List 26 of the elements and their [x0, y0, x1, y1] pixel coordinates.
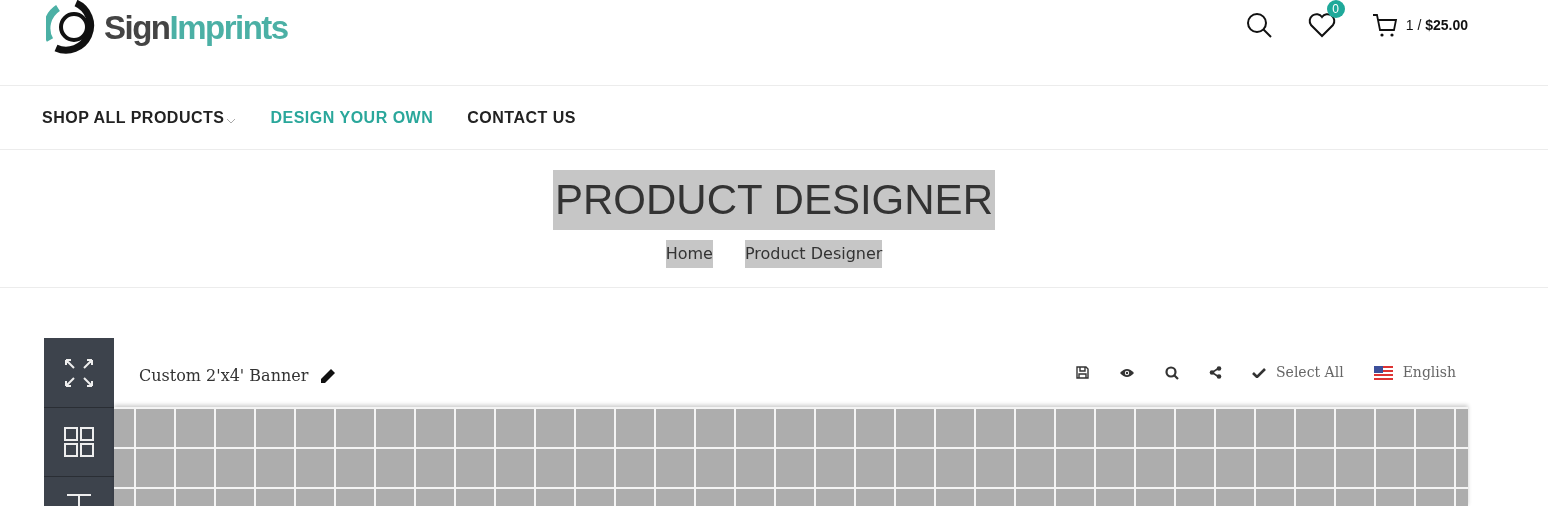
nav-link[interactable]: CONTACT US	[467, 105, 576, 130]
flag-icon	[1373, 365, 1393, 380]
breadcrumb-link[interactable]: Home	[665, 240, 713, 268]
share-icon[interactable]	[1209, 366, 1222, 379]
page-title: PRODUCT DESIGNER	[553, 170, 995, 230]
breadcrumb-link[interactable]: Product Designer	[744, 240, 883, 268]
text-icon	[66, 494, 92, 506]
search-icon[interactable]	[1165, 365, 1179, 380]
search-icon[interactable]	[1245, 12, 1272, 38]
toolbar-button[interactable]: Select All	[1252, 362, 1344, 383]
toolbar-button[interactable]: English	[1373, 362, 1456, 383]
nav-link[interactable]: SHOP ALL PRODUCTS	[42, 105, 225, 130]
expand-icon	[63, 357, 95, 389]
cart-count: 1 /	[1405, 16, 1422, 33]
logo-text: Sign	[104, 8, 170, 46]
wishlist-count: 0	[1326, 0, 1345, 18]
product-title: Custom 2'x4' Banner	[139, 364, 309, 387]
grid-icon	[64, 427, 94, 457]
check-icon	[1252, 367, 1266, 378]
pencil-icon[interactable]	[320, 367, 337, 384]
cart-total: $25.00	[1425, 16, 1468, 33]
logo-text: Imprints	[169, 8, 288, 46]
eye-icon[interactable]	[1119, 367, 1135, 378]
save-icon[interactable]	[1076, 366, 1089, 379]
heart-icon[interactable]	[1307, 12, 1336, 38]
cart-icon[interactable]	[1371, 12, 1398, 38]
